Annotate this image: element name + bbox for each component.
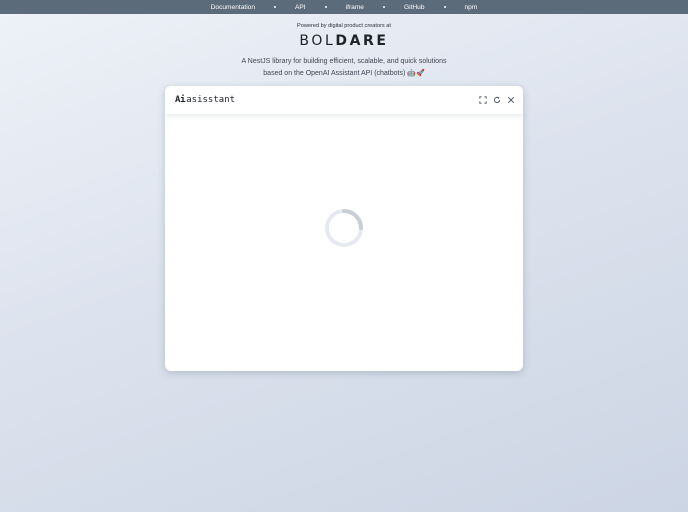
brand-text-bold: DARE bbox=[335, 33, 389, 49]
refresh-icon bbox=[493, 96, 501, 104]
fullscreen-button[interactable] bbox=[477, 94, 489, 106]
nav-link-api[interactable]: API bbox=[295, 4, 306, 11]
chat-window: Ai asisstant bbox=[165, 86, 523, 371]
ai-logo-mark: Ai bbox=[175, 95, 186, 105]
refresh-button[interactable] bbox=[491, 94, 503, 106]
nav-separator bbox=[324, 6, 327, 8]
loading-spinner-icon bbox=[325, 209, 363, 247]
boldare-logo[interactable]: BOLDARE bbox=[0, 33, 688, 50]
nav-link-github[interactable]: GitHub bbox=[404, 4, 425, 11]
spinner-arc bbox=[342, 209, 363, 230]
nav-separator bbox=[443, 6, 446, 8]
nav-link-documentation[interactable]: Documentation bbox=[211, 4, 255, 11]
close-icon bbox=[507, 96, 515, 104]
header-actions bbox=[475, 94, 517, 106]
nav-link-npm[interactable]: npm bbox=[465, 4, 478, 11]
fullscreen-icon bbox=[479, 96, 487, 104]
powered-by-text: Powered by digital product creators at bbox=[297, 23, 391, 29]
tagline-line-1: A NestJS library for building efficient,… bbox=[241, 58, 447, 65]
top-nav: Documentation API iframe GitHub npm bbox=[0, 0, 688, 14]
assistant-logo-text: asisstant bbox=[186, 95, 236, 105]
tagline-line-2: based on the OpenAI Assistant API (chatb… bbox=[263, 69, 425, 77]
tagline: A NestJS library for building efficient,… bbox=[0, 56, 688, 79]
nav-separator bbox=[274, 6, 277, 8]
nav-separator bbox=[382, 6, 385, 8]
brand-text-light: BOL bbox=[299, 33, 336, 49]
assistant-logo: Ai asisstant bbox=[175, 95, 235, 105]
chat-header: Ai asisstant bbox=[165, 86, 523, 114]
nav-link-iframe[interactable]: iframe bbox=[346, 4, 364, 11]
close-button[interactable] bbox=[505, 94, 517, 106]
